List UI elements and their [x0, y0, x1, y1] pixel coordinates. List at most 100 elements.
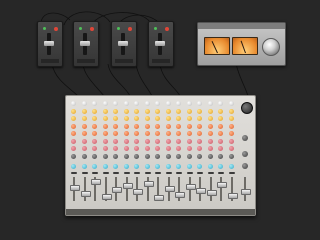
- channel-fader-handle[interactable]: [217, 182, 227, 188]
- channel-fader-handle[interactable]: [196, 188, 206, 194]
- channel-knob[interactable]: [165, 139, 171, 144]
- channel-knob[interactable]: [155, 139, 160, 144]
- channel-knob[interactable]: [218, 109, 223, 114]
- channel-knob[interactable]: [207, 101, 213, 106]
- channel-knob[interactable]: [155, 164, 160, 169]
- channel-fader-handle[interactable]: [70, 185, 80, 191]
- channel-knob[interactable]: [207, 154, 213, 159]
- channel-knob[interactable]: [197, 109, 202, 114]
- channel-knob[interactable]: [186, 116, 192, 121]
- channel-knob[interactable]: [155, 124, 160, 129]
- channel-fader-handle[interactable]: [206, 190, 217, 196]
- aux-knob[interactable]: [242, 151, 248, 157]
- channel-knob[interactable]: [71, 109, 76, 114]
- channel-fader-handle[interactable]: [133, 189, 143, 195]
- channel-fader-handle[interactable]: [101, 194, 112, 200]
- channel-knob[interactable]: [197, 139, 202, 144]
- channel-knob[interactable]: [81, 146, 87, 151]
- channel-knob[interactable]: [197, 164, 202, 169]
- channel-knob[interactable]: [197, 124, 202, 129]
- channel-knob[interactable]: [176, 101, 181, 106]
- channel-knob[interactable]: [207, 131, 213, 136]
- channel-knob[interactable]: [155, 154, 160, 159]
- strip-module-3[interactable]: [111, 21, 137, 67]
- channel-button[interactable]: [92, 172, 98, 174]
- channel-knob[interactable]: [155, 116, 160, 121]
- channel-knob[interactable]: [102, 139, 108, 144]
- fader-handle[interactable]: [44, 41, 54, 46]
- vu-knob[interactable]: [262, 38, 280, 56]
- channel-knob[interactable]: [144, 116, 150, 121]
- fader-handle[interactable]: [118, 41, 128, 46]
- channel-knob[interactable]: [113, 164, 118, 169]
- channel-knob[interactable]: [102, 131, 108, 136]
- channel-knob[interactable]: [165, 164, 171, 169]
- channel-knob[interactable]: [165, 109, 171, 114]
- channel-knob[interactable]: [165, 154, 171, 159]
- channel-knob[interactable]: [123, 154, 129, 159]
- channel-knob[interactable]: [186, 164, 192, 169]
- channel-knob[interactable]: [92, 116, 97, 121]
- channel-knob[interactable]: [113, 154, 118, 159]
- channel-knob[interactable]: [123, 101, 129, 106]
- channel-knob[interactable]: [113, 116, 118, 121]
- master-knob[interactable]: [241, 102, 253, 114]
- channel-knob[interactable]: [144, 164, 150, 169]
- channel-knob[interactable]: [134, 109, 139, 114]
- channel-knob[interactable]: [207, 146, 213, 151]
- channel-knob[interactable]: [81, 131, 87, 136]
- channel-knob[interactable]: [113, 139, 118, 144]
- channel-knob[interactable]: [207, 139, 213, 144]
- channel-knob[interactable]: [71, 131, 76, 136]
- channel-fader-handle[interactable]: [175, 192, 185, 198]
- channel-fader-handle[interactable]: [164, 186, 175, 192]
- channel-knob[interactable]: [218, 116, 223, 121]
- channel-button[interactable]: [113, 172, 119, 174]
- channel-knob[interactable]: [113, 131, 118, 136]
- channel-knob[interactable]: [186, 139, 192, 144]
- channel-knob[interactable]: [134, 101, 139, 106]
- channel-knob[interactable]: [218, 154, 223, 159]
- channel-knob[interactable]: [176, 164, 181, 169]
- channel-knob[interactable]: [71, 116, 76, 121]
- channel-knob[interactable]: [218, 101, 223, 106]
- channel-knob[interactable]: [186, 109, 192, 114]
- channel-knob[interactable]: [165, 131, 171, 136]
- channel-button[interactable]: [102, 172, 109, 174]
- channel-knob[interactable]: [218, 164, 223, 169]
- channel-knob[interactable]: [81, 139, 87, 144]
- channel-knob[interactable]: [81, 101, 87, 106]
- channel-button[interactable]: [134, 172, 140, 174]
- channel-button[interactable]: [218, 172, 224, 174]
- master-fader-handle[interactable]: [241, 189, 251, 195]
- channel-knob[interactable]: [123, 139, 129, 144]
- channel-knob[interactable]: [207, 164, 213, 169]
- channel-knob[interactable]: [102, 146, 108, 151]
- strip-module-4[interactable]: [148, 21, 174, 67]
- channel-knob[interactable]: [81, 116, 87, 121]
- channel-knob[interactable]: [92, 101, 97, 106]
- channel-fader-handle[interactable]: [154, 195, 164, 201]
- channel-fader-handle[interactable]: [185, 184, 196, 190]
- channel-knob[interactable]: [197, 154, 202, 159]
- channel-knob[interactable]: [228, 139, 234, 144]
- channel-knob[interactable]: [144, 139, 150, 144]
- channel-knob[interactable]: [134, 146, 139, 151]
- channel-knob[interactable]: [123, 164, 129, 169]
- channel-button[interactable]: [228, 172, 235, 174]
- channel-knob[interactable]: [155, 131, 160, 136]
- channel-knob[interactable]: [228, 116, 234, 121]
- channel-knob[interactable]: [123, 146, 129, 151]
- channel-knob[interactable]: [123, 109, 129, 114]
- channel-knob[interactable]: [186, 146, 192, 151]
- channel-knob[interactable]: [176, 116, 181, 121]
- channel-fader-handle[interactable]: [122, 183, 133, 189]
- channel-knob[interactable]: [165, 101, 171, 106]
- channel-knob[interactable]: [92, 131, 97, 136]
- channel-knob[interactable]: [197, 131, 202, 136]
- channel-knob[interactable]: [92, 146, 97, 151]
- channel-knob[interactable]: [176, 131, 181, 136]
- channel-knob[interactable]: [134, 139, 139, 144]
- channel-button[interactable]: [144, 172, 151, 174]
- channel-knob[interactable]: [123, 124, 129, 129]
